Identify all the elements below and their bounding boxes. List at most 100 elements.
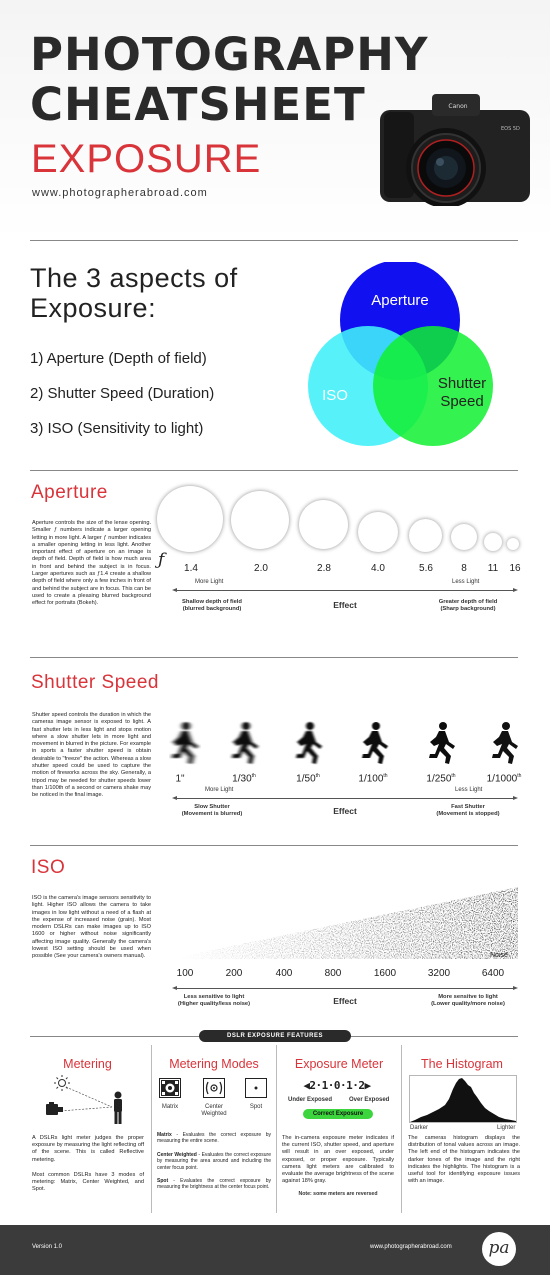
center-weighted-label: Center Weighted xyxy=(201,1104,227,1117)
center-weighted-desc: Center Weighted - Evaluates the correct … xyxy=(157,1152,272,1171)
shutter-axis-left-arrow xyxy=(172,795,177,800)
iso-description: ISO is the camera's image sensors sensit… xyxy=(32,895,151,960)
runner-1-50 xyxy=(296,722,322,764)
histogram-text: The cameras histogram displays the distr… xyxy=(408,1135,520,1185)
matrix-mode-icon xyxy=(159,1078,181,1098)
shutter-left-end: Slow Shutter (Movement is blurred) xyxy=(172,804,252,818)
venn-shutter-label-2: Speed xyxy=(440,393,483,410)
iso-value-800: 800 xyxy=(324,968,342,979)
aperture-description: Aperture controls the size of the lense … xyxy=(32,520,151,607)
exposure-meter-scale: ◀2·1·0·1·2▶ xyxy=(303,1079,371,1092)
runner-1-100 xyxy=(362,722,388,764)
aperture-less-light: Less Light xyxy=(452,579,480,585)
aperture-circle-f5.6 xyxy=(409,519,442,552)
aperture-left-end-line2: (blurred background) xyxy=(182,606,242,612)
metering-text-2: Most common DSLRs have 3 modes of meteri… xyxy=(32,1172,144,1193)
aperture-axis xyxy=(176,590,514,591)
histogram-darker-label: Darker xyxy=(410,1125,429,1131)
iso-value-400: 400 xyxy=(275,968,293,979)
aspects-heading-line2: Exposure: xyxy=(30,293,157,323)
metering-text-1: A DSLRs light meter judges the proper ex… xyxy=(32,1135,144,1163)
venn-aperture-label: Aperture xyxy=(371,292,429,309)
histogram-graph xyxy=(409,1075,517,1123)
under-exposed-label: Under Exposed xyxy=(288,1097,333,1103)
column-separator-1 xyxy=(151,1045,152,1213)
venn-diagram: Aperture ISO Shutter Speed xyxy=(300,260,510,462)
venn-shutter-label-1: Shutter xyxy=(438,375,486,392)
aperture-stop-5.6: 5.6 xyxy=(419,563,433,574)
iso-left-end-line1: Less sensitive to light xyxy=(183,994,245,1000)
iso-title: ISO xyxy=(31,857,66,878)
shutter-left-end-line2: (Movement is blurred) xyxy=(181,811,243,817)
aperture-circle-f16 xyxy=(507,538,519,550)
exposure-meter-note: Note: some meters are reversed xyxy=(298,1191,378,1197)
divider-1 xyxy=(30,240,518,241)
shutter-right-end-line2: (Movement is stopped) xyxy=(436,811,500,817)
aperture-circle-f2.8 xyxy=(299,500,348,549)
aperture-stop-16: 16 xyxy=(509,563,521,574)
aperture-left-end-line1: Shallow depth of field xyxy=(182,599,242,605)
page-title-line1: PHOTOGRAPHY xyxy=(30,28,429,81)
shutter-axis-right-arrow xyxy=(513,795,518,800)
shutter-axis xyxy=(176,798,514,799)
aspects-heading-line1: The 3 aspects of xyxy=(30,263,238,293)
camera-brand: Canon xyxy=(448,103,467,110)
page-title-line2: CHEATSHEET xyxy=(30,78,366,131)
shutter-less-light: Less Light xyxy=(455,787,483,793)
shutter-more-light: More Light xyxy=(205,787,234,793)
metering-modes-title: Metering Modes xyxy=(169,1057,259,1071)
iso-right-end-line2: (Lower quality/more noise) xyxy=(431,1001,505,1007)
iso-noise-wedge xyxy=(178,887,518,959)
runner-1s xyxy=(172,722,198,764)
footer-url[interactable]: www.photographerabroad.com xyxy=(370,1244,452,1250)
aperture-left-end: Shallow depth of field (blurred backgrou… xyxy=(172,599,252,613)
aperture-circle-f2.0 xyxy=(231,491,289,549)
runner-1-1000 xyxy=(492,722,518,764)
iso-axis-left-arrow xyxy=(172,985,177,990)
aperture-more-light: More Light xyxy=(195,579,224,585)
footer xyxy=(0,1225,550,1275)
correct-exposure-badge: Correct Exposure xyxy=(303,1109,373,1119)
iso-value-3200: 3200 xyxy=(427,968,451,979)
shutter-speed-1-30: 1/30th xyxy=(232,773,256,785)
shutter-description: Shutter speed controls the duration in w… xyxy=(32,712,151,799)
aperture-title: Aperture xyxy=(31,482,108,503)
column-separator-2 xyxy=(276,1045,277,1213)
exposure-meter-title: Exposure Meter xyxy=(294,1057,384,1071)
matrix-label: Matrix xyxy=(161,1104,179,1110)
divider-4 xyxy=(30,845,518,846)
page-subtitle: EXPOSURE xyxy=(31,137,262,181)
shutter-speed-1-100: 1/100th xyxy=(358,773,388,785)
center-weighted-mode-icon xyxy=(203,1078,225,1098)
aspect-item-2: 2) Shutter Speed (Duration) xyxy=(30,385,215,402)
runner-figures xyxy=(160,718,530,766)
divider-2 xyxy=(30,470,518,471)
features-banner: DSLR EXPOSURE FEATURES xyxy=(199,1030,351,1042)
aperture-circle-f4.0 xyxy=(358,512,398,552)
runner-1-250 xyxy=(429,722,455,764)
spot-label: Spot xyxy=(249,1104,263,1110)
aperture-circle-f8 xyxy=(451,524,477,550)
shutter-title: Shutter Speed xyxy=(31,672,159,693)
footer-logo: pa xyxy=(482,1232,516,1266)
shutter-speed-1-50: 1/50th xyxy=(296,773,320,785)
iso-left-end: Less sensitive to light (Higher quality/… xyxy=(172,994,256,1008)
shutter-speed-1-1000: 1/1000th xyxy=(486,773,522,785)
aperture-stop-8: 8 xyxy=(461,563,467,574)
histogram-title: The Histogram xyxy=(421,1057,503,1071)
matrix-desc: Matrix - Evaluates the correct exposure … xyxy=(157,1132,271,1145)
iso-right-end-line1: More sensitve to light xyxy=(438,994,498,1000)
iso-value-1600: 1600 xyxy=(373,968,397,979)
footer-version: Version 1.0 xyxy=(32,1244,63,1250)
metering-illustration xyxy=(40,1073,140,1128)
aperture-stop-1.4: 1.4 xyxy=(184,563,198,574)
camera-image: Canon EOS 5D xyxy=(378,88,533,208)
divider-3 xyxy=(30,657,518,658)
shutter-right-end: Fast Shutter (Movement is stopped) xyxy=(428,804,508,818)
aperture-stop-4.0: 4.0 xyxy=(371,563,385,574)
exposure-meter-text: The in-camera exposure meter indicates i… xyxy=(282,1135,394,1185)
aperture-axis-right-arrow xyxy=(513,587,518,592)
iso-left-end-line2: (Higher quality/less noise) xyxy=(177,1001,251,1007)
spot-mode-icon xyxy=(245,1078,267,1098)
column-separator-3 xyxy=(401,1045,402,1213)
